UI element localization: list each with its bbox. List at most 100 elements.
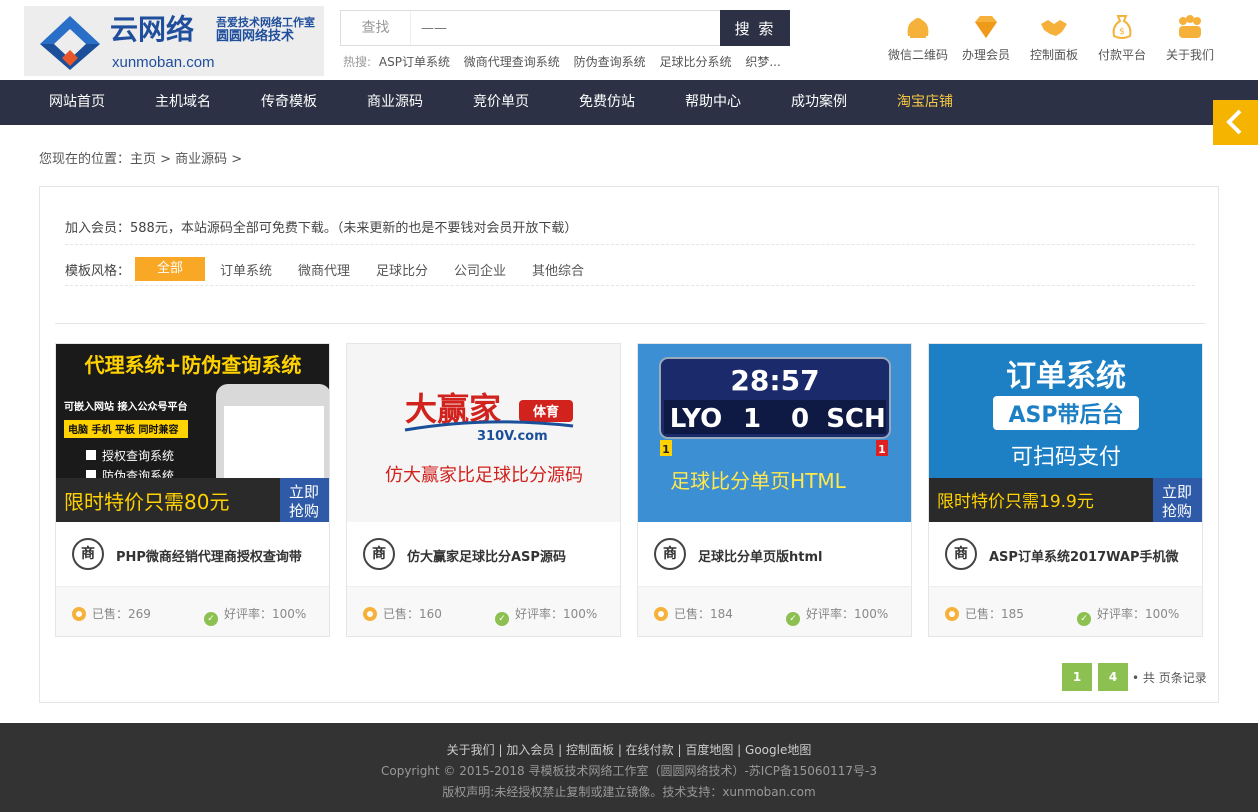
shortcut-membership[interactable]: 办理会员 [952, 14, 1020, 74]
shortcut-wechat-qr[interactable]: 微信二维码 [884, 14, 952, 74]
product-thumbnail[interactable]: 大赢家 体育 310V.com 仿大赢家比足球比分源码 [347, 344, 620, 522]
search-box: 查找 搜 索 [340, 10, 790, 46]
nav-landing-pages[interactable]: 竞价单页 [473, 80, 529, 125]
product-meta: 已售：160 ✓ 好评率：100% [347, 586, 620, 636]
product-thumbnail[interactable]: 28:57 LYO 1 0 SCH 1 1 足球比分单页HTML [638, 344, 911, 522]
product-title-row: 商 PHP微商经销代理商授权查询带 [72, 538, 317, 572]
nav-taobao-store[interactable]: 淘宝店铺 [897, 80, 953, 125]
filter-order-system[interactable]: 订单系统 [220, 260, 272, 279]
product-thumbnail[interactable]: 订单系统 ASP带后台 可扫码支付 限时特价只需19.9元 立即 抢购 [929, 344, 1202, 522]
logo-sub-line1: 吾爱技术网络工作室 [216, 16, 315, 29]
product-title[interactable]: 足球比分单页版html [698, 546, 908, 565]
product-card[interactable]: 28:57 LYO 1 0 SCH 1 1 足球比分单页HTML 商 足球比分单… [637, 343, 912, 637]
nav-help-center[interactable]: 帮助中心 [685, 80, 741, 125]
thumb-price: 限时特价只需80元 [64, 490, 229, 514]
shortcut-about-us[interactable]: 关于我们 [1156, 14, 1224, 74]
thumb-line: ASP带后台 [1009, 402, 1124, 428]
main-nav: 网站首页 主机域名 传奇模板 商业源码 竞价单页 免费仿站 帮助中心 成功案例 … [0, 80, 1258, 125]
thumb-buy: 立即 [289, 483, 319, 501]
product-meta: 已售：184 ✓ 好评率：100% [638, 586, 911, 636]
nav-free-clone[interactable]: 免费仿站 [579, 80, 635, 125]
product-meta: 已售：269 ✓ 好评率：100% [56, 586, 329, 636]
logo-subtitle: 吾爱技术网络工作室 圆圆网络技术 [216, 16, 324, 44]
nav-success-cases[interactable]: 成功案例 [791, 80, 847, 125]
rating: ✓ 好评率：100% [786, 605, 888, 626]
nav-commercial-source[interactable]: 商业源码 [367, 80, 423, 125]
hot-link[interactable]: 微商代理查询系统 [464, 55, 560, 69]
member-notice: 加入会员：588元，本站源码全部可免费下载。（未来更新的也是不要钱对会员开放下载… [65, 221, 578, 236]
product-title[interactable]: 仿大赢家足球比分ASP源码 [407, 546, 617, 565]
shop-icon: 商 [363, 538, 395, 570]
rating-text: 好评率：100% [806, 607, 889, 621]
thumb-line: 电脑 手机 平板 同时兼容 [68, 423, 178, 436]
header: 云网络 吾爱技术网络工作室 圆圆网络技术 xunmoban.com 查找 搜 索… [0, 0, 1258, 80]
filter-football-score[interactable]: 足球比分 [376, 260, 428, 279]
sold-count: 已售：269 [72, 605, 151, 622]
thumb-caption: 足球比分单页HTML [670, 469, 847, 493]
sold-text: 已售：269 [92, 607, 151, 621]
shop-icon: 商 [654, 538, 686, 570]
product-thumbnail[interactable]: 代理系统+防伪查询系统 可嵌入网站 接入公众号平台 电脑 手机 平板 同时兼容 … [56, 344, 329, 522]
thumb-buy: 立即 [1162, 483, 1192, 501]
footer-links[interactable]: 关于我们 | 加入会员 | 控制面板 | 在线付款 | 百度地图 | Googl… [0, 740, 1258, 761]
thumb-caption: 仿大赢家比足球比分源码 [385, 464, 583, 486]
thumb-line: 可嵌入网站 接入公众号平台 [64, 400, 187, 413]
filter-label: 模板风格： [65, 264, 131, 279]
money-bag-icon: $ [1112, 15, 1132, 39]
thumb-team: LYO [670, 404, 723, 434]
hot-search-label: 热搜: [343, 55, 372, 69]
chevron-left-icon [1226, 109, 1242, 135]
thumb-price: 限时特价只需19.9元 [937, 492, 1094, 512]
logo-sub-line2: 圆圆网络技术 [216, 29, 295, 44]
eye-icon [654, 607, 668, 621]
product-title-row: 商 足球比分单页版html [654, 538, 899, 572]
product-card[interactable]: 代理系统+防伪查询系统 可嵌入网站 接入公众号平台 电脑 手机 平板 同时兼容 … [55, 343, 330, 637]
breadcrumb: 您现在的位置：主页 > 商业源码 > [39, 152, 243, 167]
hot-link[interactable]: 足球比分系统 [659, 55, 731, 69]
hot-link[interactable]: 防伪查询系统 [574, 55, 646, 69]
product-title[interactable]: ASP订单系统2017WAP手机微 [989, 546, 1199, 565]
thumb-domain: 310V.com [477, 429, 548, 444]
sold-text: 已售：160 [383, 607, 442, 621]
filter-wechat-agent[interactable]: 微商代理 [298, 260, 350, 279]
nav-home[interactable]: 网站首页 [49, 80, 105, 125]
product-card[interactable]: 大赢家 体育 310V.com 仿大赢家比足球比分源码 商 仿大赢家足球比分AS… [346, 343, 621, 637]
product-meta: 已售：185 ✓ 好评率：100% [929, 586, 1202, 636]
search-button[interactable]: 搜 索 [720, 10, 790, 46]
page-button[interactable]: 4 [1098, 663, 1128, 691]
search-label[interactable]: 查找 [341, 11, 411, 45]
footer: 关于我们 | 加入会员 | 控制面板 | 在线付款 | 百度地图 | Googl… [0, 723, 1258, 812]
product-card[interactable]: 订单系统 ASP带后台 可扫码支付 限时特价只需19.9元 立即 抢购 商 AS… [928, 343, 1203, 637]
search-input[interactable] [421, 11, 711, 45]
sold-text: 已售：185 [965, 607, 1024, 621]
nav-legend-templates[interactable]: 传奇模板 [261, 80, 317, 125]
product-title-row: 商 仿大赢家足球比分ASP源码 [363, 538, 608, 572]
hot-link[interactable]: 织梦... [745, 55, 780, 69]
sold-count: 已售：184 [654, 605, 733, 622]
rating: ✓ 好评率：100% [1077, 605, 1179, 626]
shortcut-payment[interactable]: $ 付款平台 [1088, 14, 1156, 74]
thumb-line: 可扫码支付 [1011, 445, 1121, 470]
site-logo[interactable]: 云网络 吾爱技术网络工作室 圆圆网络技术 xunmoban.com [24, 6, 324, 76]
product-title[interactable]: PHP微商经销代理商授权查询带 [116, 546, 326, 565]
shortcut-label: 关于我们 [1165, 48, 1214, 62]
sold-count: 已售：185 [945, 605, 1024, 622]
footer-copyright: Copyright © 2015-2018 寻模板技术网络工作室（圆圆网络技术）… [380, 764, 877, 778]
nav-hosting-domain[interactable]: 主机域名 [155, 80, 211, 125]
filter-all[interactable]: 全部 [135, 257, 205, 281]
check-icon: ✓ [786, 612, 800, 626]
hot-link[interactable]: ASP订单系统 [379, 55, 450, 69]
thumb-line: 订单系统 [1006, 359, 1126, 394]
logo-url: xunmoban.com [112, 54, 215, 71]
logo-mark-icon [40, 16, 100, 70]
thumb-score: 0 [791, 404, 809, 434]
shortcut-label: 控制面板 [1029, 48, 1078, 62]
side-collapse-tab[interactable] [1213, 100, 1258, 145]
shop-icon: 商 [72, 538, 104, 570]
shortcut-control-panel[interactable]: 控制面板 [1020, 14, 1088, 74]
rating: ✓ 好评率：100% [495, 605, 597, 626]
filter-company[interactable]: 公司企业 [454, 260, 506, 279]
filter-other[interactable]: 其他综合 [532, 260, 584, 279]
shortcut-label: 办理会员 [961, 48, 1010, 62]
page-button[interactable]: 1 [1062, 663, 1092, 691]
